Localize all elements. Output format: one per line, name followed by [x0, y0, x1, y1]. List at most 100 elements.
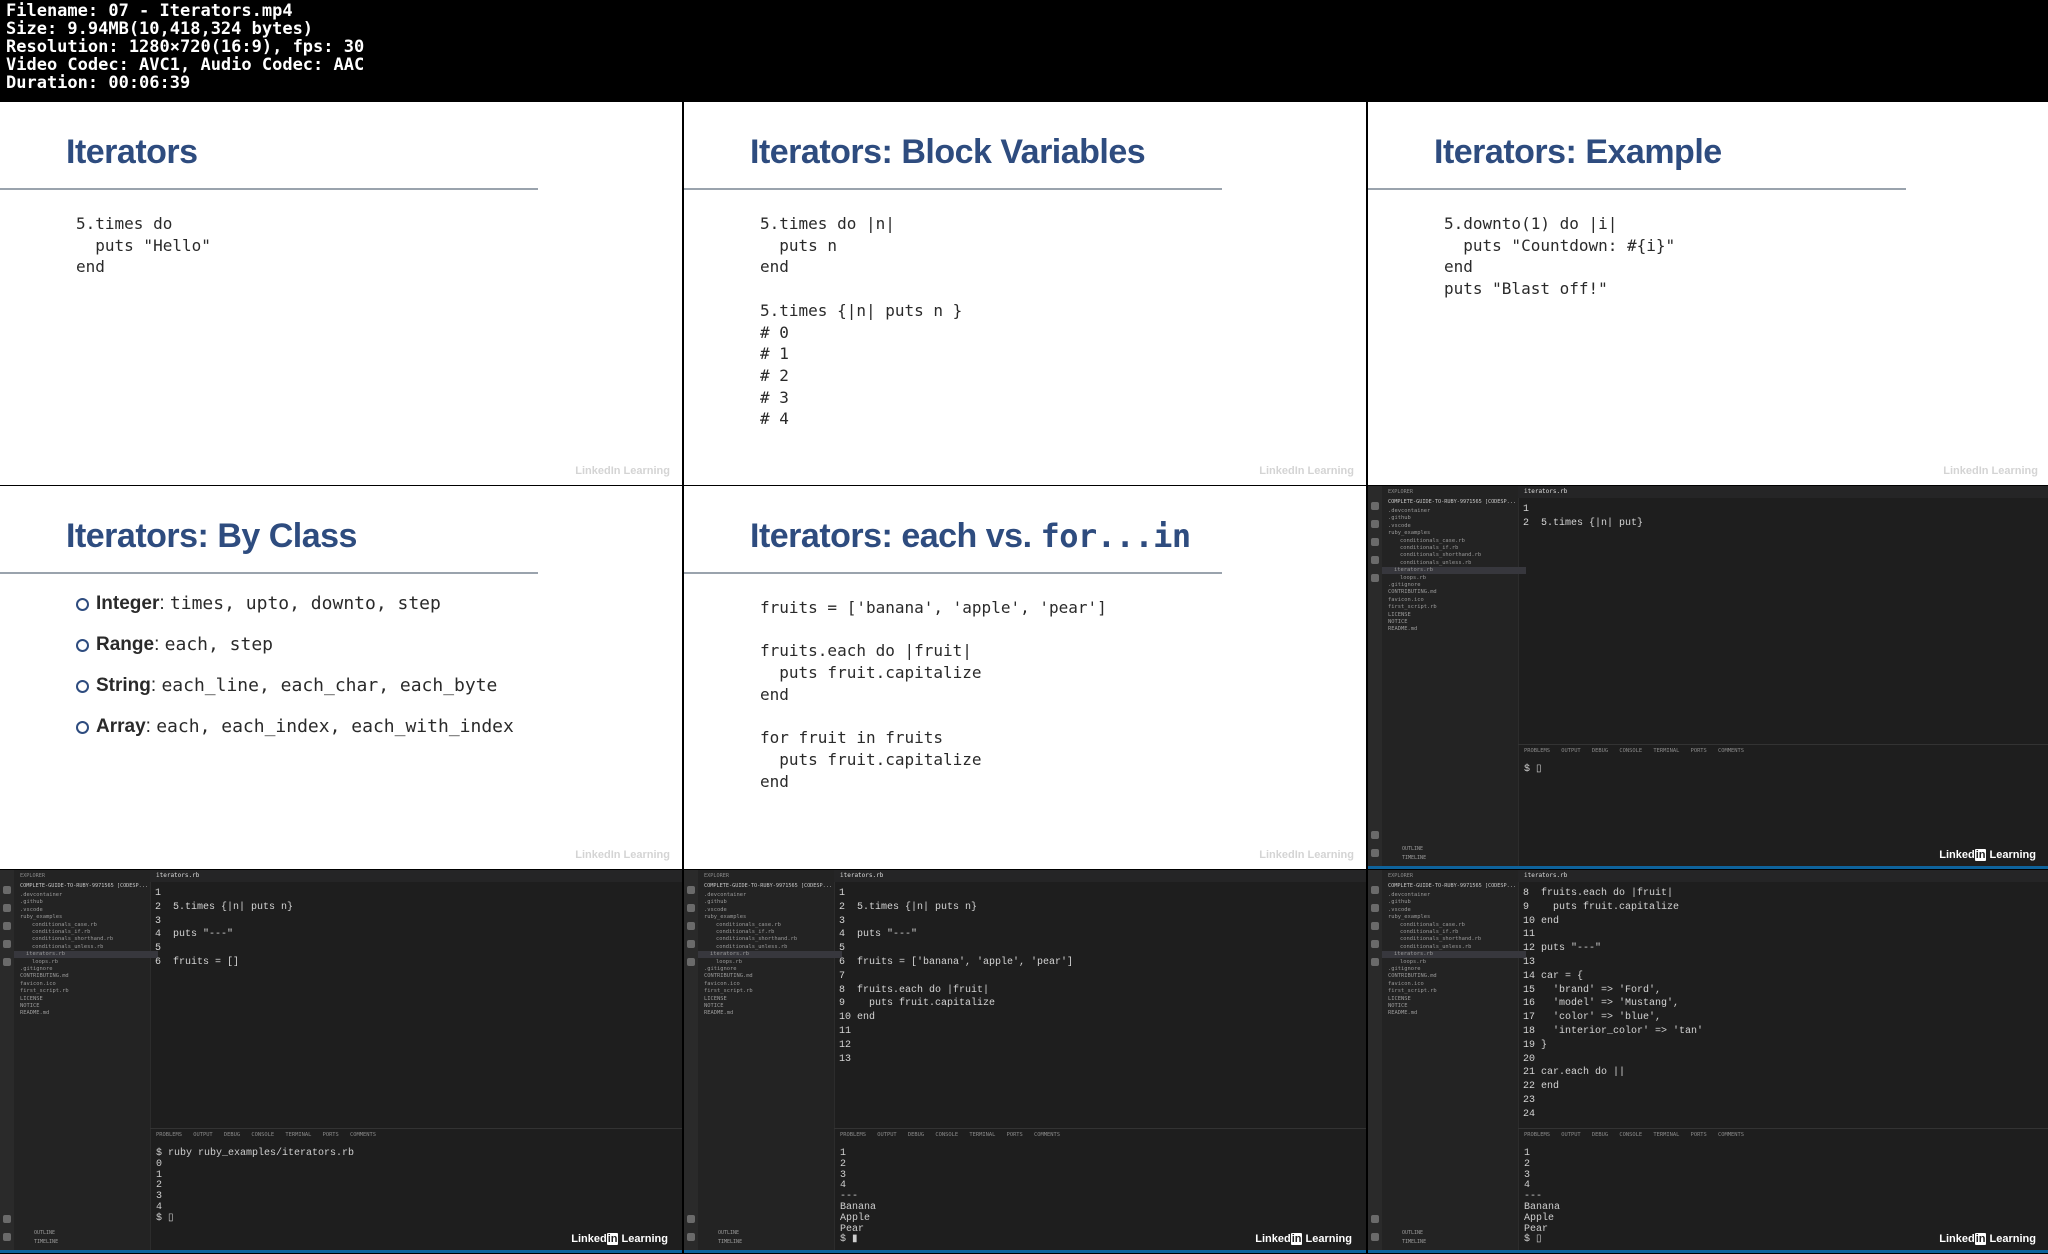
- file-tree-item[interactable]: NOTICE: [1388, 1003, 1407, 1010]
- file-tree-item[interactable]: LICENSE: [20, 996, 43, 1003]
- thumb-slide-each-vs-for[interactable]: Iterators: each vs. for...in fruits = ['…: [684, 486, 1366, 869]
- file-tree-item[interactable]: conditionals_shorthand.rb: [20, 936, 113, 943]
- timeline-section[interactable]: TIMELINE: [1402, 854, 1426, 863]
- editor-tab[interactable]: iterators.rb: [150, 870, 682, 882]
- file-tree-item[interactable]: .github: [20, 899, 43, 906]
- file-tree-item[interactable]: .devcontainer: [1388, 508, 1430, 515]
- extensions-icon[interactable]: [687, 958, 695, 966]
- account-icon[interactable]: [1371, 831, 1379, 839]
- run-debug-icon[interactable]: [3, 940, 11, 948]
- file-tree-item[interactable]: README.md: [704, 1010, 733, 1017]
- thumb-editor-1[interactable]: EXPLORER COMPLETE-GUIDE-TO-RUBY-9971565 …: [1368, 486, 2048, 869]
- file-tree-item[interactable]: .gitignore: [704, 966, 736, 973]
- file-tree-item[interactable]: iterators.rb: [1382, 567, 1526, 575]
- file-tree-item[interactable]: ruby_examples: [1388, 530, 1430, 537]
- file-tree-item[interactable]: conditionals_shorthand.rb: [704, 936, 797, 943]
- search-icon[interactable]: [1371, 520, 1379, 528]
- panel-tabs[interactable]: PROBLEMS OUTPUT DEBUG CONSOLE TERMINAL P…: [1524, 1132, 1744, 1138]
- file-tree-item[interactable]: loops.rb: [1388, 959, 1426, 966]
- file-tree-item[interactable]: .github: [1388, 899, 1411, 906]
- project-root[interactable]: COMPLETE-GUIDE-TO-RUBY-9971565 [CODESP..…: [20, 883, 148, 889]
- search-icon[interactable]: [1371, 904, 1379, 912]
- file-tree-item[interactable]: NOTICE: [704, 1003, 723, 1010]
- editor-tab[interactable]: iterators.rb: [834, 870, 1366, 882]
- files-icon[interactable]: [3, 886, 11, 894]
- source-control-icon[interactable]: [1371, 922, 1379, 930]
- file-tree-item[interactable]: conditionals_unless.rb: [20, 944, 103, 951]
- file-tree-item[interactable]: .gitignore: [1388, 582, 1420, 589]
- file-tree-item[interactable]: conditionals_unless.rb: [1388, 944, 1471, 951]
- file-tree-item[interactable]: ruby_examples: [704, 914, 746, 921]
- file-tree-item[interactable]: first_script.rb: [1388, 988, 1437, 995]
- gear-icon[interactable]: [1371, 849, 1379, 857]
- file-tree-item[interactable]: ruby_examples: [20, 914, 62, 921]
- file-tree-item[interactable]: LICENSE: [1388, 996, 1411, 1003]
- file-tree-item[interactable]: first_script.rb: [704, 988, 753, 995]
- source-control-icon[interactable]: [1371, 538, 1379, 546]
- file-tree-item[interactable]: .devcontainer: [704, 892, 746, 899]
- project-root[interactable]: COMPLETE-GUIDE-TO-RUBY-9971565 [CODESP..…: [1388, 499, 1516, 505]
- thumb-slide-iterators[interactable]: Iterators 5.times do puts "Hello" end Li…: [0, 102, 682, 485]
- thumb-editor-2[interactable]: EXPLORER COMPLETE-GUIDE-TO-RUBY-9971565 …: [0, 870, 682, 1253]
- terminal-output[interactable]: 1 2 3 4 --- Banana Apple Pear $ ▮: [840, 1148, 876, 1246]
- search-icon[interactable]: [3, 904, 11, 912]
- project-root[interactable]: COMPLETE-GUIDE-TO-RUBY-9971565 [CODESP..…: [1388, 883, 1516, 889]
- file-tree-item[interactable]: conditionals_unless.rb: [1388, 560, 1471, 567]
- file-tree-item[interactable]: CONTRIBUTING.md: [704, 973, 753, 980]
- file-tree-item[interactable]: LICENSE: [704, 996, 727, 1003]
- file-tree-item[interactable]: favicon.ico: [20, 981, 56, 988]
- outline-section[interactable]: OUTLINE: [1402, 845, 1426, 854]
- file-tree-item[interactable]: NOTICE: [1388, 619, 1407, 626]
- run-debug-icon[interactable]: [1371, 556, 1379, 564]
- file-tree-item[interactable]: .gitignore: [1388, 966, 1420, 973]
- account-icon[interactable]: [1371, 1215, 1379, 1223]
- project-root[interactable]: COMPLETE-GUIDE-TO-RUBY-9971565 [CODESP..…: [704, 883, 832, 889]
- panel-tabs[interactable]: PROBLEMS OUTPUT DEBUG CONSOLE TERMINAL P…: [840, 1132, 1060, 1138]
- thumb-slide-by-class[interactable]: Iterators: By Class Integer: times, upto…: [0, 486, 682, 869]
- run-debug-icon[interactable]: [687, 940, 695, 948]
- file-tree-item[interactable]: conditionals_unless.rb: [704, 944, 787, 951]
- code-editor[interactable]: 8 fruits.each do |fruit| 9 puts fruit.ca…: [1523, 887, 1703, 1122]
- gear-icon[interactable]: [687, 1233, 695, 1241]
- terminal-output[interactable]: 1 2 3 4 --- Banana Apple Pear $ ▯: [1524, 1148, 1560, 1246]
- file-tree-item[interactable]: first_script.rb: [20, 988, 69, 995]
- file-tree-item[interactable]: CONTRIBUTING.md: [20, 973, 69, 980]
- editor-tab[interactable]: iterators.rb: [1518, 486, 2048, 498]
- editor-tab[interactable]: iterators.rb: [1518, 870, 2048, 882]
- file-tree-item[interactable]: iterators.rb: [1382, 951, 1526, 959]
- panel-tabs[interactable]: PROBLEMS OUTPUT DEBUG CONSOLE TERMINAL P…: [156, 1132, 376, 1138]
- file-tree-item[interactable]: conditionals_case.rb: [1388, 922, 1465, 929]
- outline-section[interactable]: OUTLINE: [34, 1229, 58, 1238]
- timeline-section[interactable]: TIMELINE: [34, 1238, 58, 1247]
- files-icon[interactable]: [1371, 886, 1379, 894]
- thumb-slide-example[interactable]: Iterators: Example 5.downto(1) do |i| pu…: [1368, 102, 2048, 485]
- file-tree-item[interactable]: .vscode: [1388, 907, 1411, 914]
- file-tree-item[interactable]: conditionals_case.rb: [20, 922, 97, 929]
- run-debug-icon[interactable]: [1371, 940, 1379, 948]
- file-tree-item[interactable]: conditionals_case.rb: [1388, 538, 1465, 545]
- file-tree-item[interactable]: conditionals_shorthand.rb: [1388, 936, 1481, 943]
- file-tree-item[interactable]: loops.rb: [1388, 575, 1426, 582]
- file-tree-item[interactable]: .github: [1388, 515, 1411, 522]
- thumb-editor-3[interactable]: EXPLORER COMPLETE-GUIDE-TO-RUBY-9971565 …: [684, 870, 1366, 1253]
- file-tree-item[interactable]: .vscode: [1388, 523, 1411, 530]
- file-tree-item[interactable]: NOTICE: [20, 1003, 39, 1010]
- file-tree-item[interactable]: LICENSE: [1388, 612, 1411, 619]
- gear-icon[interactable]: [1371, 1233, 1379, 1241]
- file-tree-item[interactable]: conditionals_shorthand.rb: [1388, 552, 1481, 559]
- file-tree-item[interactable]: conditionals_if.rb: [1388, 545, 1458, 552]
- file-tree-item[interactable]: conditionals_if.rb: [704, 929, 774, 936]
- source-control-icon[interactable]: [3, 922, 11, 930]
- file-tree-item[interactable]: loops.rb: [704, 959, 742, 966]
- terminal-output[interactable]: $ ▯: [1524, 764, 1542, 776]
- code-editor[interactable]: 1 2 5.times {|n| put}: [1523, 503, 1643, 531]
- files-icon[interactable]: [1371, 502, 1379, 510]
- file-tree-item[interactable]: .vscode: [704, 907, 727, 914]
- file-tree-item[interactable]: .devcontainer: [20, 892, 62, 899]
- timeline-section[interactable]: TIMELINE: [718, 1238, 742, 1247]
- outline-section[interactable]: OUTLINE: [718, 1229, 742, 1238]
- file-tree-item[interactable]: ruby_examples: [1388, 914, 1430, 921]
- file-tree-item[interactable]: favicon.ico: [704, 981, 740, 988]
- extensions-icon[interactable]: [1371, 574, 1379, 582]
- extensions-icon[interactable]: [1371, 958, 1379, 966]
